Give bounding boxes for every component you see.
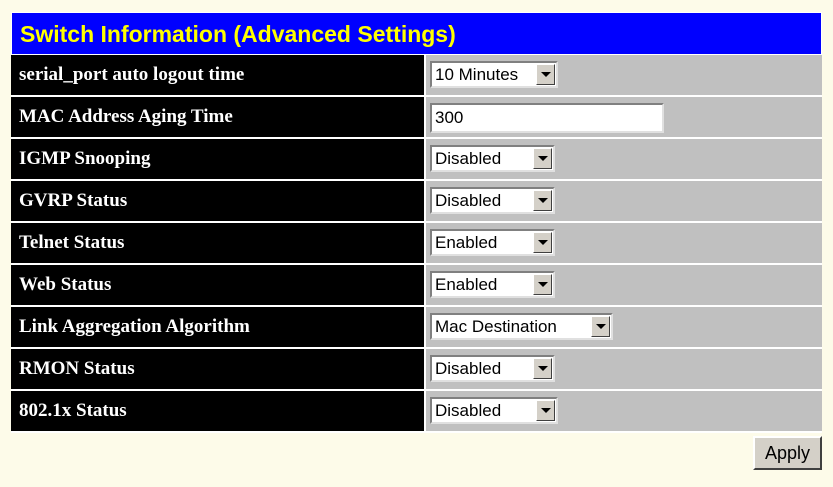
select-value: Mac Destination [435,316,557,336]
settings-row-rmon-status: RMON Status Disabled [11,349,822,391]
dropdown-button[interactable] [536,64,555,85]
web-status-select[interactable]: Enabled [430,271,555,298]
setting-label: 802.1x Status [11,391,426,431]
chevron-down-icon [540,72,551,77]
setting-label: Web Status [11,265,426,305]
chevron-down-icon [537,156,548,161]
8021x-status-select[interactable]: Disabled [430,397,558,424]
dropdown-button[interactable] [536,400,555,421]
setting-value-cell: Enabled [426,265,822,305]
select-value: 10 Minutes [435,64,519,84]
settings-row-mac-aging: MAC Address Aging Time [11,97,822,139]
setting-label: RMON Status [11,349,426,389]
settings-row-link-aggregation: Link Aggregation Algorithm Mac Destinati… [11,307,822,349]
setting-value-cell: Disabled [426,349,822,389]
panel-footer: Apply [11,433,822,477]
setting-value-cell: Enabled [426,223,822,263]
apply-button[interactable]: Apply [752,436,822,470]
chevron-down-icon [540,408,551,413]
switch-info-panel: Switch Information (Advanced Settings) s… [11,12,822,477]
setting-label: serial_port auto logout time [11,55,426,95]
setting-value-cell: Mac Destination [426,307,822,347]
settings-row-serial-port-logout: serial_port auto logout time 10 Minutes [11,55,822,97]
dropdown-button[interactable] [533,358,552,379]
serial-port-logout-select[interactable]: 10 Minutes [430,61,558,88]
dropdown-button[interactable] [533,148,552,169]
select-value: Disabled [435,400,502,420]
setting-value-cell: 10 Minutes [426,55,822,95]
chevron-down-icon [595,324,606,329]
settings-row-telnet-status: Telnet Status Enabled [11,223,822,265]
gvrp-status-select[interactable]: Disabled [430,187,555,214]
setting-value-cell: Disabled [426,181,822,221]
settings-row-8021x-status: 802.1x Status Disabled [11,391,822,433]
select-value: Disabled [435,358,502,378]
select-value: Disabled [435,148,502,168]
rmon-status-select[interactable]: Disabled [430,355,555,382]
setting-label: GVRP Status [11,181,426,221]
setting-label: Link Aggregation Algorithm [11,307,426,347]
igmp-snooping-select[interactable]: Disabled [430,145,555,172]
telnet-status-select[interactable]: Enabled [430,229,555,256]
setting-label: MAC Address Aging Time [11,97,426,137]
settings-row-web-status: Web Status Enabled [11,265,822,307]
select-value: Enabled [435,232,498,252]
chevron-down-icon [537,366,548,371]
dropdown-button[interactable] [533,274,552,295]
settings-row-igmp-snooping: IGMP Snooping Disabled [11,139,822,181]
chevron-down-icon [537,240,548,245]
select-value: Enabled [435,274,498,294]
chevron-down-icon [537,282,548,287]
setting-label: Telnet Status [11,223,426,263]
settings-row-gvrp-status: GVRP Status Disabled [11,181,822,223]
setting-value-cell: Disabled [426,139,822,179]
setting-value-cell [426,97,822,137]
setting-label: IGMP Snooping [11,139,426,179]
dropdown-button[interactable] [591,316,610,337]
mac-aging-time-input[interactable] [430,103,664,133]
panel-title: Switch Information (Advanced Settings) [11,12,822,55]
dropdown-button[interactable] [533,232,552,253]
setting-value-cell: Disabled [426,391,822,431]
select-value: Disabled [435,190,502,210]
dropdown-button[interactable] [533,190,552,211]
link-aggregation-select[interactable]: Mac Destination [430,313,613,340]
chevron-down-icon [537,198,548,203]
